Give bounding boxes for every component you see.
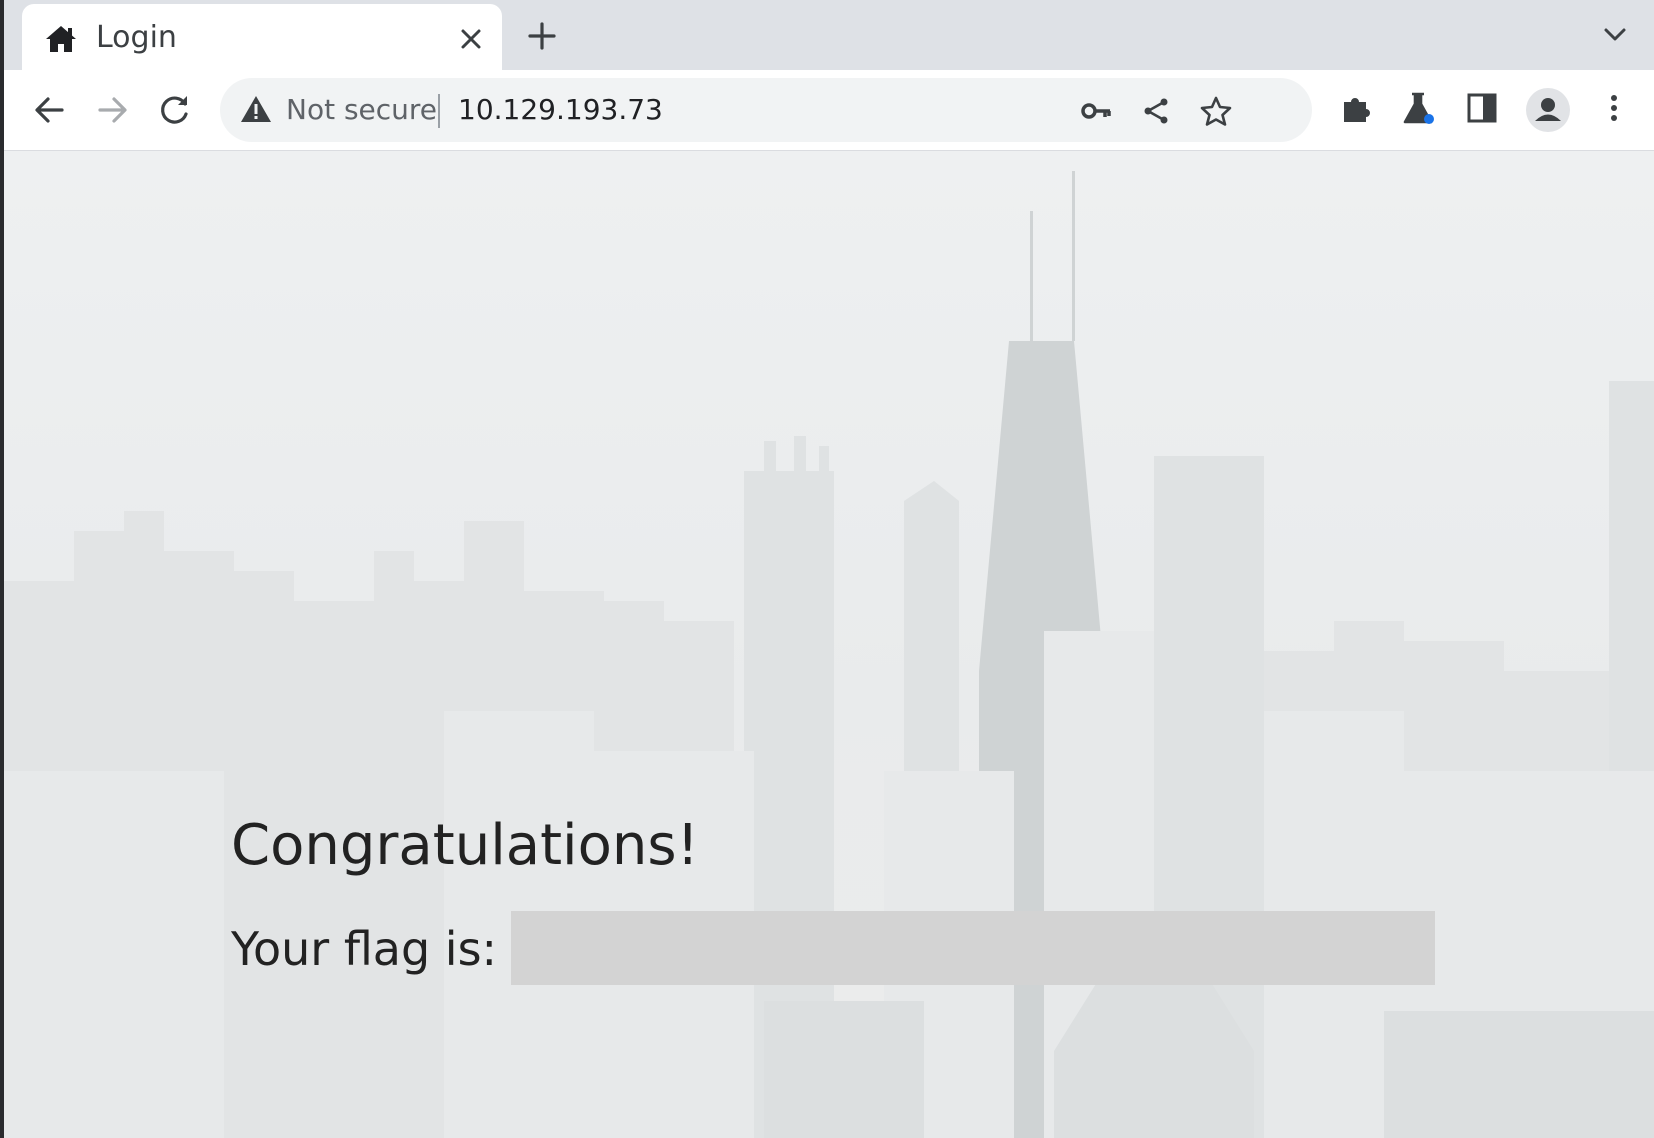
browser-window: Login Not secure 10.129.193.73 Congratul… bbox=[4, 0, 1654, 1138]
browser-toolbar: Not secure 10.129.193.73 bbox=[4, 70, 1654, 151]
tab-login[interactable]: Login bbox=[22, 4, 502, 70]
extensions-puzzle-icon[interactable] bbox=[1338, 90, 1374, 126]
tab-strip: Login bbox=[4, 0, 1654, 70]
warning-icon[interactable] bbox=[240, 94, 272, 124]
omnibox-divider bbox=[438, 94, 440, 128]
share-icon[interactable] bbox=[1140, 96, 1172, 126]
close-tab-icon[interactable] bbox=[458, 26, 484, 52]
flag-label: Your flag is: bbox=[231, 922, 498, 976]
security-chip-label[interactable]: Not secure bbox=[286, 92, 437, 128]
kebab-menu-icon[interactable] bbox=[1596, 90, 1632, 126]
reload-icon[interactable] bbox=[154, 90, 194, 130]
key-icon[interactable] bbox=[1080, 96, 1112, 126]
home-icon bbox=[46, 26, 76, 52]
congratulations-heading: Congratulations! bbox=[231, 813, 699, 878]
new-tab-icon[interactable] bbox=[526, 20, 558, 52]
flag-value-redacted[interactable] bbox=[511, 911, 1435, 985]
labs-flask-icon[interactable] bbox=[1400, 90, 1436, 126]
profile-avatar-icon[interactable] bbox=[1526, 88, 1570, 132]
person-icon bbox=[1535, 98, 1561, 121]
address-bar[interactable]: Not secure 10.129.193.73 bbox=[220, 78, 1312, 142]
tab-search-chevron-icon[interactable] bbox=[1602, 24, 1628, 46]
back-arrow-icon[interactable] bbox=[30, 90, 70, 130]
city-skyline-background bbox=[4, 171, 1654, 1138]
side-panel-icon[interactable] bbox=[1464, 90, 1500, 126]
url-text[interactable]: 10.129.193.73 bbox=[458, 92, 663, 128]
star-icon[interactable] bbox=[1200, 96, 1232, 126]
page-content: Congratulations! Your flag is: bbox=[4, 151, 1654, 1138]
tab-title: Login bbox=[96, 20, 177, 55]
forward-arrow-icon[interactable] bbox=[92, 90, 132, 130]
